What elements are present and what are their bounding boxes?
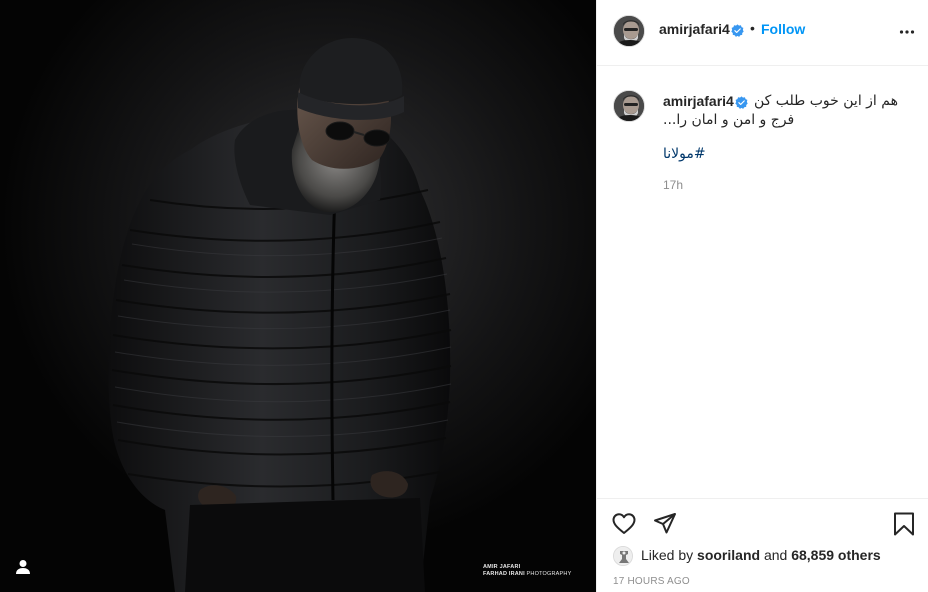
avatar-image [614, 16, 644, 46]
verified-badge-icon [731, 24, 744, 37]
portrait-illustration [0, 0, 596, 592]
header-separator: • [750, 20, 755, 36]
caption-text-line-2: فرج و امن و امان را... [663, 112, 795, 128]
likes-count-link[interactable]: 68,859 others [791, 547, 881, 563]
watermark-name: AMIR JAFARI [483, 564, 521, 570]
post-date[interactable]: 17 HOURS AGO [613, 576, 690, 587]
heart-icon[interactable] [611, 511, 637, 537]
caption-username[interactable]: amirjafari4 [663, 93, 734, 109]
photo-watermark: AMIR JAFARI FARHAD IRANI PHOTOGRAPHY [483, 564, 571, 578]
watermark-credit: FARHAD IRANI PHOTOGRAPHY [483, 571, 571, 578]
liked-by-text: Liked by sooriland and 68,859 others [641, 547, 881, 563]
verified-badge-icon [735, 96, 748, 109]
watermark-photography: PHOTOGRAPHY [524, 571, 572, 577]
caption-hashtag-link[interactable]: #مولانا [663, 146, 706, 162]
liked-by-user-link[interactable]: sooriland [697, 547, 760, 563]
share-icon[interactable] [652, 511, 678, 537]
liked-by-avatar-image [614, 547, 632, 565]
more-options-icon[interactable] [899, 29, 915, 35]
liked-by-and: and [760, 547, 792, 563]
header-username[interactable]: amirjafari4 [659, 21, 730, 37]
post-header: amirjafari4 • Follow [597, 0, 928, 66]
post-photo[interactable]: AMIR JAFARI FARHAD IRANI PHOTOGRAPHY [0, 0, 596, 592]
follow-button[interactable]: Follow [761, 21, 805, 37]
avatar[interactable] [613, 15, 645, 47]
bookmark-icon[interactable] [891, 511, 917, 537]
caption-avatar-image [614, 91, 644, 121]
caption-text-line-1: هم از این خوب طلب کن [754, 93, 898, 109]
tag-user-icon[interactable] [12, 556, 34, 578]
liked-by-prefix: Liked by [641, 547, 698, 563]
post-actions: Liked by sooriland and 68,859 others 17 … [597, 498, 928, 592]
watermark-photographer: FARHAD IRANI [483, 571, 525, 577]
post-side-panel: amirjafari4 • Follow amirjafari4 هم از ا… [596, 0, 928, 592]
caption-timestamp[interactable]: 17h [663, 178, 683, 192]
liked-by-avatar[interactable] [613, 546, 633, 566]
caption-avatar[interactable] [613, 90, 645, 122]
